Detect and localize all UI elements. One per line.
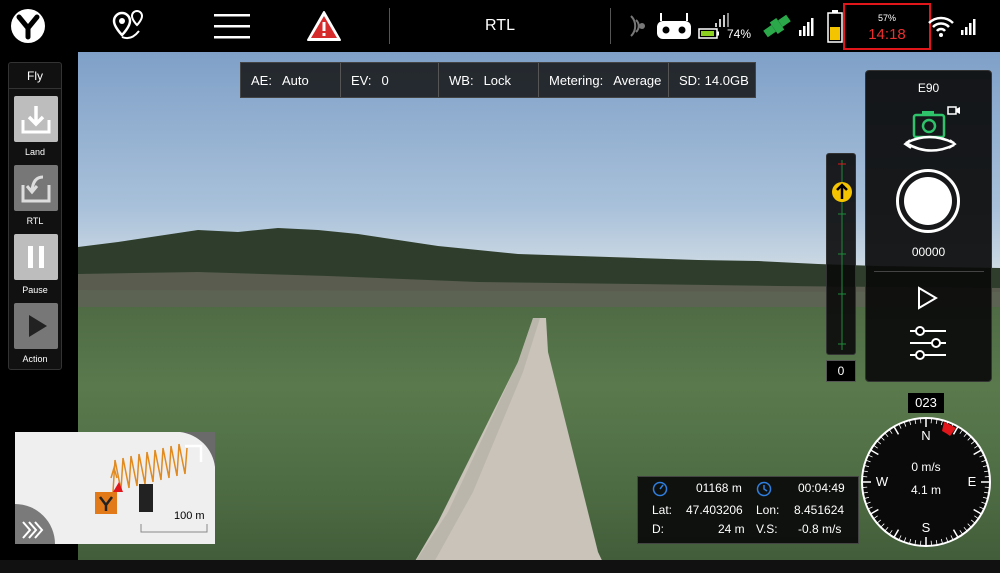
map-waypoint-button[interactable] — [104, 0, 154, 52]
camera-settings-button[interactable] — [908, 325, 948, 361]
minimap[interactable] — [15, 432, 215, 544]
action-label: Action — [22, 354, 48, 364]
topbar-divider — [389, 8, 390, 44]
drone-battery-status[interactable] — [826, 0, 844, 52]
lon-label: Lon: — [756, 503, 780, 517]
setting-value: Lock — [483, 72, 512, 88]
flight-time: 00:04:49 — [798, 481, 845, 495]
lon-value: 8.451624 — [794, 503, 845, 517]
altitude-scale — [832, 160, 852, 350]
signal-waves-icon — [630, 15, 645, 37]
gps-status[interactable] — [760, 0, 820, 52]
drone-battery-icon — [827, 10, 843, 43]
vs-value: -0.8 m/s — [798, 522, 842, 536]
app-root: RTL 74% 57% 14:18 AE: Auto EV: 0 WB: Loc… — [0, 0, 1000, 573]
total-distance: 01168 m — [696, 481, 742, 495]
land-label: Land — [24, 147, 46, 157]
controller-icon — [657, 13, 691, 39]
wifi-icon — [928, 16, 954, 37]
controller-battery-percent: 74% — [726, 27, 752, 41]
signal-link-indicator — [620, 0, 650, 52]
land-button[interactable] — [14, 96, 58, 142]
battery-time-highlight[interactable]: 57% 14:18 — [843, 3, 931, 50]
setting-value: Auto — [281, 72, 309, 88]
setting-value: 0 — [381, 72, 389, 88]
lat-label: Lat: — [652, 503, 673, 517]
pause-button[interactable] — [14, 234, 58, 280]
rtl-label: RTL — [26, 216, 44, 226]
playback-button[interactable] — [914, 285, 940, 311]
setting-label: WB: — [449, 72, 474, 88]
distance-icon — [652, 481, 668, 497]
setting-label: SD: — [679, 72, 701, 88]
distance-value: 24 m — [718, 522, 745, 536]
sliders-icon — [910, 326, 946, 360]
rtl-button[interactable] — [14, 165, 58, 211]
setting-label: Metering: — [549, 72, 604, 88]
distance-label: D: — [652, 522, 664, 536]
controller-status[interactable] — [654, 0, 694, 52]
map-scale: 100 m — [174, 510, 205, 522]
altitude-value: 0 — [826, 360, 856, 382]
camera-settings-bar[interactable]: AE: Auto EV: 0 WB: Lock Metering: Averag… — [240, 62, 756, 98]
compass-north: N — [921, 428, 930, 443]
signal-bars-icon — [961, 19, 976, 35]
ev-setting[interactable]: EV: 0 — [341, 63, 439, 97]
pause-label: Pause — [22, 285, 48, 295]
land-icon — [21, 106, 51, 134]
menu-button[interactable] — [208, 0, 256, 52]
telemetry-panel: 01168 m 00:04:49 Lat: 47.403206 Lon: 8.4… — [637, 476, 859, 544]
setting-label: AE: — [251, 72, 272, 88]
setting-value: 14.0GB — [704, 72, 749, 88]
home-distance-value: 4.1 m — [910, 483, 941, 497]
flight-path-map — [15, 432, 215, 544]
setting-label: EV: — [351, 72, 372, 88]
camera-switch-icon — [903, 106, 960, 152]
map-pin-icon — [112, 9, 144, 40]
play-outline-icon — [918, 286, 938, 310]
shutter-button[interactable] — [896, 169, 960, 233]
metering-setting[interactable]: Metering: Average — [539, 63, 669, 97]
fly-panel-title: Fly — [9, 65, 61, 89]
app-logo[interactable] — [4, 0, 52, 52]
panel-divider — [874, 271, 984, 272]
compass-dial: N E S W — [861, 417, 991, 547]
wifi-status[interactable] — [926, 0, 956, 52]
topbar-divider — [610, 8, 611, 44]
speed-value: 0 m/s — [911, 460, 941, 474]
switch-camera-mode-button[interactable] — [902, 105, 962, 157]
fly-panel: Fly Land RTL Pause Action — [8, 62, 62, 370]
clock-icon — [756, 481, 772, 497]
wb-setting[interactable]: WB: Lock — [439, 63, 539, 97]
top-bar: RTL 74% 57% 14:18 — [0, 0, 1000, 52]
drone-battery-percent: 57% — [877, 13, 896, 23]
yuneec-logo-icon — [11, 9, 45, 43]
play-icon — [29, 315, 47, 337]
flight-time-remaining: 14:18 — [868, 26, 906, 43]
camera-model: E90 — [917, 81, 940, 95]
rtl-icon — [21, 175, 51, 203]
warning-button[interactable] — [302, 0, 346, 52]
gps-satellite-icon — [763, 14, 814, 38]
ae-setting[interactable]: AE: Auto — [241, 63, 341, 97]
shot-counter: 00000 — [911, 245, 946, 259]
sd-setting[interactable]: SD: 14.0GB — [669, 63, 755, 97]
camera-control-panel: E90 00000 — [865, 70, 992, 382]
pause-icon — [28, 246, 44, 268]
bottom-strip — [0, 560, 1000, 573]
cellular-status — [958, 0, 982, 52]
hamburger-menu-icon — [214, 14, 250, 39]
warning-triangle-icon — [307, 11, 341, 41]
flight-mode-label[interactable]: RTL — [395, 0, 605, 52]
altitude-slider[interactable] — [826, 153, 856, 355]
compass-south: S — [922, 520, 931, 535]
lat-value: 47.403206 — [686, 503, 743, 517]
setting-value: Average — [613, 72, 662, 88]
heading-value: 023 — [908, 393, 944, 413]
vs-label: V.S: — [756, 522, 778, 536]
action-button[interactable] — [14, 303, 58, 349]
